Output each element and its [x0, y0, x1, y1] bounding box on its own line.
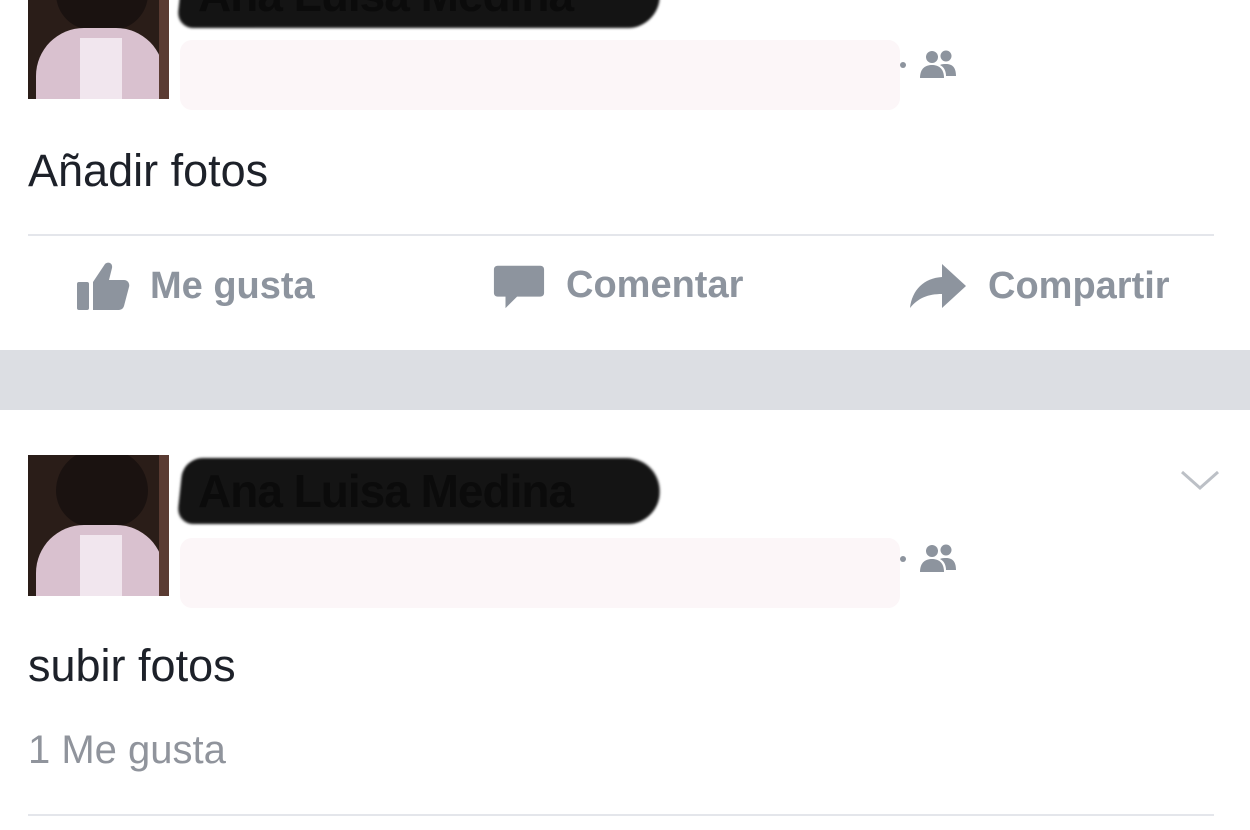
audience-indicator[interactable]	[900, 542, 958, 576]
share-button[interactable]: Compartir	[908, 258, 1170, 314]
comment-label: Comentar	[566, 263, 744, 306]
post-text: Añadir fotos	[28, 145, 269, 196]
share-label: Compartir	[988, 264, 1170, 307]
audience-indicator[interactable]	[900, 48, 958, 82]
friends-icon	[920, 544, 956, 572]
author-name[interactable]: Ana Luisa Medina	[198, 0, 574, 22]
like-count[interactable]: 1 Me gusta	[28, 728, 226, 773]
action-bar: Me gusta Comentar Compartir	[0, 238, 1250, 348]
friends-icon	[920, 50, 956, 78]
thumbs-up-icon	[77, 262, 130, 310]
author-avatar[interactable]	[28, 455, 169, 596]
divider	[28, 814, 1214, 816]
author-name-redacted[interactable]: Ana Luisa Medina	[176, 0, 664, 28]
share-arrow-icon	[910, 264, 966, 308]
comment-icon	[493, 265, 545, 309]
author-name-redacted[interactable]: Ana Luisa Medina	[176, 458, 664, 524]
author-name[interactable]: Ana Luisa Medina	[198, 464, 574, 518]
author-avatar[interactable]	[28, 0, 169, 99]
divider	[28, 234, 1214, 236]
post-text: subir fotos	[28, 640, 236, 691]
like-button[interactable]: Me gusta	[74, 258, 315, 314]
chevron-down-icon[interactable]	[1178, 466, 1222, 494]
post-meta-blurred	[180, 538, 900, 608]
post-2: Ana Luisa Medina subir fotos 1 Me gusta	[0, 410, 1250, 830]
feed-separator	[0, 350, 1250, 410]
post-meta-blurred	[180, 40, 900, 110]
comment-button[interactable]: Comentar	[492, 258, 743, 312]
post-1: Ana Luisa Medina Añadir fotos Me gusta C…	[0, 0, 1250, 350]
like-label: Me gusta	[150, 264, 315, 307]
